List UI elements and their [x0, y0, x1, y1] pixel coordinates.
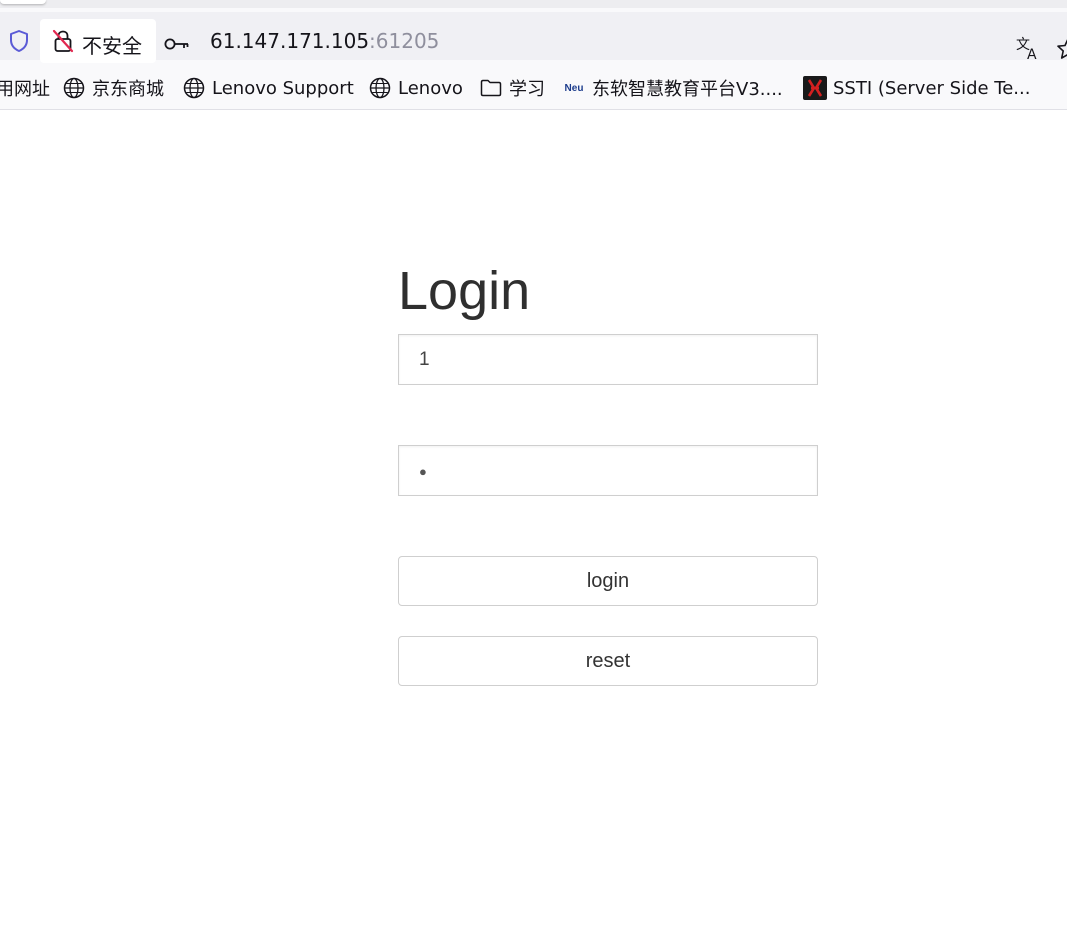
translate-icon[interactable]: 文 A: [1015, 34, 1043, 62]
username-field[interactable]: 1: [398, 334, 818, 385]
bookmark-item-lenovo[interactable]: Lenovo: [369, 76, 463, 100]
username-value: 1: [419, 349, 430, 370]
login-button[interactable]: login: [398, 556, 818, 606]
url-host: 61.147.171.105: [210, 29, 370, 53]
bookmark-label: 京东商城: [92, 79, 164, 100]
insecure-lock-icon: [52, 29, 74, 53]
reset-button[interactable]: reset: [398, 636, 818, 686]
bookmark-folder-study[interactable]: 学习: [480, 76, 545, 100]
bookmark-label: SSTI (Server Side Te...: [833, 77, 1031, 99]
active-tab-edge[interactable]: [0, 0, 46, 4]
folder-icon: [480, 79, 502, 97]
url-bar[interactable]: 不安全 61.147.171.105:61205 文 A: [0, 12, 1067, 63]
tracking-protection-shield-icon[interactable]: [8, 29, 30, 53]
bookmark-label: 学习: [509, 79, 545, 100]
globe-icon: [183, 77, 205, 99]
key-icon[interactable]: [164, 37, 190, 51]
password-field[interactable]: ●: [398, 445, 818, 496]
globe-icon: [63, 77, 85, 99]
bookmark-label: 用网址: [0, 79, 50, 100]
navigation-toolbar: 不安全 61.147.171.105:61205 文 A: [0, 8, 1067, 65]
neu-logo-icon: Neu: [564, 82, 584, 94]
ssti-favicon-icon: [803, 76, 827, 100]
bookmark-item-jd[interactable]: 京东商城: [63, 76, 164, 100]
page-title: Login: [398, 261, 531, 321]
bookmark-item-lenovo-support[interactable]: Lenovo Support: [183, 76, 354, 100]
site-security-button[interactable]: 不安全: [40, 19, 156, 63]
svg-text:A: A: [1027, 47, 1037, 62]
bookmark-star-icon[interactable]: [1056, 36, 1067, 60]
bookmark-label: 东软智慧教育平台V3....: [592, 79, 783, 100]
bookmark-label: Lenovo Support: [212, 77, 354, 99]
insecure-label: 不安全: [82, 34, 142, 58]
url-text[interactable]: 61.147.171.105:61205: [210, 29, 439, 53]
bookmark-label: Lenovo: [398, 77, 463, 99]
tab-strip: [0, 0, 1067, 8]
bookmarks-toolbar: 用网址 京东商城 Lenovo Support Lenovo 学习 Neu 东软…: [0, 65, 1067, 110]
url-port: :61205: [369, 29, 440, 53]
globe-icon: [369, 77, 391, 99]
bookmark-item-neusoft[interactable]: Neu 东软智慧教育平台V3....: [563, 76, 783, 100]
password-mask: ●: [419, 464, 427, 479]
bookmark-item-0[interactable]: 用网址: [0, 76, 50, 100]
bookmark-item-ssti[interactable]: SSTI (Server Side Te...: [803, 76, 1030, 100]
